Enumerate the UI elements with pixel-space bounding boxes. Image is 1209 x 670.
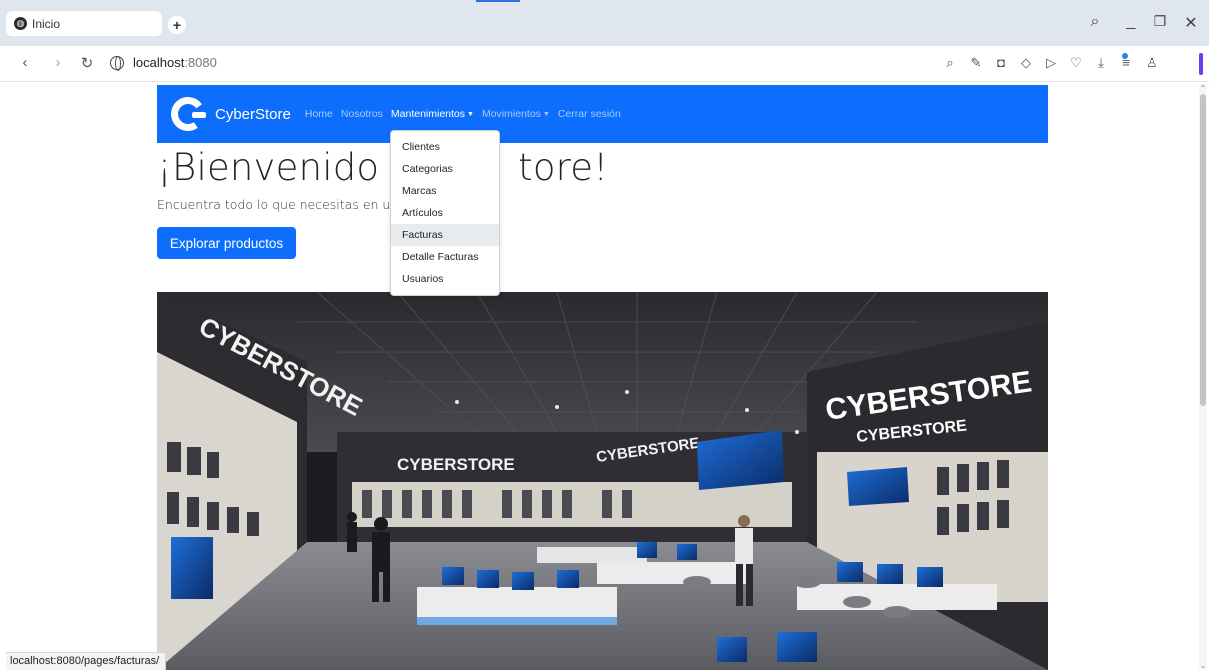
minimize-button[interactable]: _: [1121, 13, 1141, 31]
address-bar: ‹ › ↻ localhost:8080 ⌕ ✎ ◘ ◇ ▷ ♡ ⤓ ≡ ♙: [0, 46, 1209, 82]
sidebar-toggle[interactable]: [1199, 53, 1203, 75]
shield-icon[interactable]: ◇: [1018, 55, 1034, 71]
site-navbar: CyberStore Home Nosotros Mantenimientos ▼…: [157, 85, 1048, 143]
caret-down-icon: ▼: [467, 111, 474, 118]
hero-subtitle: Encuentra todo lo que necesitas en un so: [157, 197, 417, 212]
search-tabs-icon[interactable]: ⌕: [1085, 13, 1105, 31]
tab-title: Inicio: [32, 16, 61, 31]
browser-tab-strip: ◍ Inicio + ⌕ _ ❐ ✕: [0, 0, 1209, 46]
url-field[interactable]: localhost:8080: [110, 55, 217, 71]
brand-name[interactable]: CyberStore: [215, 106, 291, 123]
site-info-icon[interactable]: [110, 55, 124, 71]
nav-movimientos-label: Movimientos: [481, 108, 541, 120]
globe-icon: ◍: [14, 17, 27, 30]
forward-button[interactable]: ›: [49, 54, 67, 71]
camera-icon[interactable]: ◘: [993, 55, 1009, 71]
nav-logout[interactable]: Cerrar sesión: [558, 108, 621, 120]
dropdown-item-articulos[interactable]: Artículos: [391, 202, 499, 224]
store-hero-image: CYBERSTORE CYBERSTORE CYBERSTORE CYBERST…: [157, 292, 1048, 670]
nav-home[interactable]: Home: [305, 108, 333, 120]
edit-icon[interactable]: ✎: [968, 55, 984, 71]
explore-products-button[interactable]: Explorar productos: [157, 227, 296, 259]
dropdown-item-usuarios[interactable]: Usuarios: [391, 268, 499, 290]
nav-mantenimientos-label: Mantenimientos: [390, 108, 466, 120]
scroll-down-icon[interactable]: ⌄: [1199, 661, 1207, 670]
nav-mantenimientos[interactable]: Mantenimientos ▼: [391, 108, 474, 120]
loading-indicator: [476, 0, 520, 2]
dropdown-item-facturas[interactable]: Facturas: [391, 224, 499, 246]
close-button[interactable]: ✕: [1181, 13, 1201, 33]
url-host: localhost: [133, 55, 185, 70]
back-button[interactable]: ‹: [16, 54, 34, 71]
hero-title: ¡Bienvenido a Ctore!: [157, 146, 608, 189]
nav-movimientos[interactable]: Movimientos ▼: [482, 108, 550, 120]
dropdown-item-marcas[interactable]: Marcas: [391, 180, 499, 202]
scroll-up-icon[interactable]: ⌃: [1199, 84, 1207, 93]
cyberstore-logo-icon[interactable]: [168, 94, 210, 134]
search-icon[interactable]: ⌕: [942, 55, 958, 71]
browser-tab[interactable]: ◍ Inicio: [6, 11, 162, 36]
store-sign-center: CYBERSTORE: [397, 455, 515, 474]
dropdown-item-clientes[interactable]: Clientes: [391, 136, 499, 158]
send-icon[interactable]: ▷: [1043, 55, 1059, 71]
hero-title-right: tore!: [518, 146, 609, 189]
heart-icon[interactable]: ♡: [1068, 55, 1084, 71]
dropdown-item-categorias[interactable]: Categorias: [391, 158, 499, 180]
url-port: :8080: [184, 55, 217, 70]
nav-nosotros[interactable]: Nosotros: [341, 108, 383, 120]
status-bar-url: localhost:8080/pages/facturas/: [6, 652, 167, 670]
mantenimientos-dropdown: Clientes Categorias Marcas Artículos Fac…: [390, 130, 500, 296]
restore-button[interactable]: ❐: [1150, 13, 1170, 30]
dropdown-item-detalle-facturas[interactable]: Detalle Facturas: [391, 246, 499, 268]
new-tab-button[interactable]: +: [168, 16, 186, 34]
menu-icon[interactable]: ≡: [1118, 55, 1134, 71]
download-icon[interactable]: ⤓: [1093, 55, 1109, 71]
reload-button[interactable]: ↻: [78, 54, 96, 72]
user-icon[interactable]: ♙: [1144, 55, 1160, 71]
caret-down-icon: ▼: [542, 111, 550, 118]
page-viewport: CyberStore Home Nosotros Mantenimientos ▼…: [6, 83, 1198, 670]
scroll-thumb[interactable]: [1200, 94, 1206, 406]
page-scrollbar[interactable]: ⌃ ⌄: [1199, 84, 1207, 670]
